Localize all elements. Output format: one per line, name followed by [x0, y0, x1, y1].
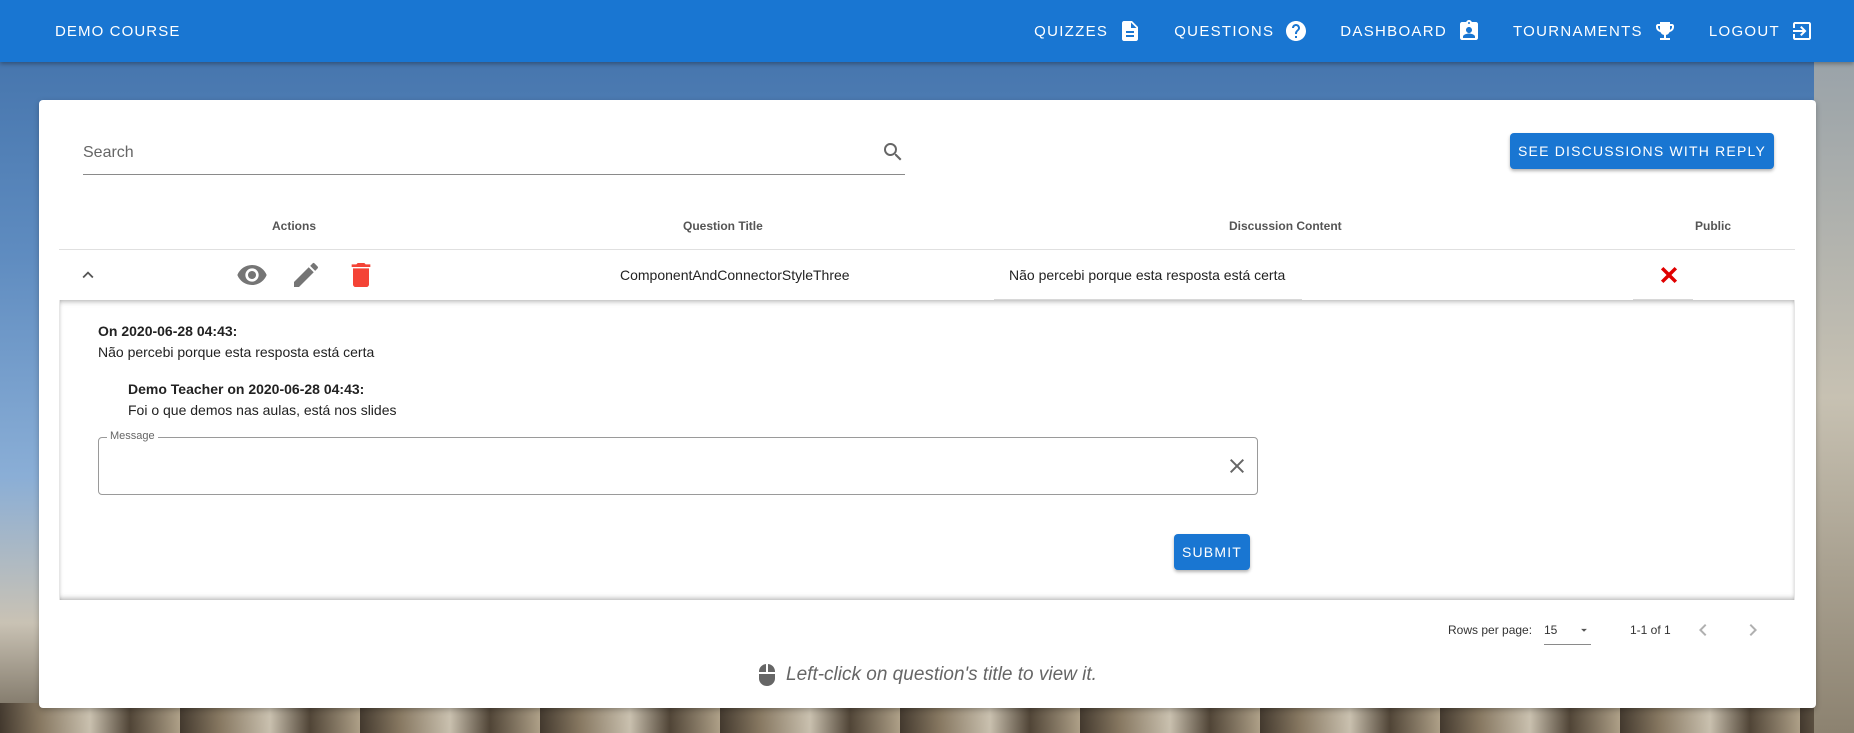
nav-tournaments[interactable]: TOURNAMENTS	[1497, 0, 1693, 62]
eye-icon[interactable]	[236, 259, 268, 291]
rows-per-page-select[interactable]: 15	[1544, 615, 1591, 645]
nav-questions-label: QUESTIONS	[1174, 22, 1275, 40]
trophy-icon	[1655, 22, 1674, 40]
search-icon[interactable]	[881, 140, 905, 164]
top-nav: QUIZZES QUESTIONS DASHBOARD TOURNAMENTS …	[1018, 0, 1830, 62]
rows-per-page-value: 15	[1544, 623, 1558, 637]
account-box-icon	[1459, 20, 1478, 40]
background-photo-right	[1814, 62, 1854, 733]
see-discussions-with-reply-button[interactable]: SEE DISCUSSIONS WITH REPLY	[1510, 133, 1774, 169]
message-label: Message	[107, 430, 158, 442]
delete-icon[interactable]	[345, 259, 377, 291]
question-title-cell[interactable]: ComponentAndConnectorStyleThree	[620, 267, 850, 283]
table-row: ComponentAndConnectorStyleThree Não perc…	[59, 250, 1795, 300]
discussions-card: SEE DISCUSSIONS WITH REPLY Actions Quest…	[39, 100, 1816, 708]
question-circle-icon	[1286, 21, 1307, 41]
chevron-up-icon[interactable]	[77, 264, 99, 286]
clear-icon[interactable]	[1225, 454, 1249, 478]
nav-tournaments-label: TOURNAMENTS	[1512, 22, 1643, 40]
reply-text: Foi o que demos nas aulas, está nos slid…	[128, 402, 397, 418]
caret-down-icon	[1577, 623, 1591, 637]
discussion-thread: On 2020-06-28 04:43: Não percebi porque …	[59, 300, 1795, 600]
column-header-discussion-content[interactable]: Discussion Content	[1229, 219, 1342, 233]
nav-logout-label: LOGOUT	[1708, 22, 1780, 40]
nav-dashboard[interactable]: DASHBOARD	[1324, 0, 1497, 62]
nav-logout[interactable]: LOGOUT	[1693, 0, 1830, 62]
file-document-icon	[1122, 21, 1139, 41]
reply-author: Demo Teacher on 2020-06-28 04:43:	[128, 381, 365, 397]
nav-quizzes-label: QUIZZES	[1034, 22, 1109, 40]
hint-text: Left-click on question's title to view i…	[786, 664, 1097, 685]
column-header-public[interactable]: Public	[1695, 219, 1731, 233]
search-input[interactable]	[83, 138, 863, 168]
discussion-content-cell: Não percebi porque esta resposta está ce…	[994, 250, 1302, 300]
hint: Left-click on question's title to view i…	[39, 660, 1816, 690]
close-icon	[1657, 263, 1681, 287]
nav-dashboard-label: DASHBOARD	[1340, 22, 1447, 40]
column-header-actions[interactable]: Actions	[272, 219, 316, 233]
rows-per-page-label: Rows per page:	[1448, 623, 1533, 637]
discussion-text: Não percebi porque esta resposta está ce…	[98, 344, 375, 360]
table-header: Actions Question Title Discussion Conten…	[59, 200, 1795, 250]
nav-questions[interactable]: QUESTIONS	[1158, 0, 1324, 62]
search-field	[83, 130, 905, 175]
column-header-question-title[interactable]: Question Title	[683, 219, 763, 233]
nav-quizzes[interactable]: QUIZZES	[1018, 0, 1158, 62]
course-title[interactable]: DEMO COURSE	[55, 23, 180, 40]
mouse-icon	[759, 664, 776, 686]
discussion-date: On 2020-06-28 04:43:	[98, 323, 238, 339]
chevron-right-icon[interactable]	[1741, 618, 1765, 642]
public-cell	[1633, 250, 1693, 300]
table-footer: Rows per page: 15 1-1 of 1	[59, 600, 1795, 660]
chevron-left-icon[interactable]	[1691, 618, 1715, 642]
submit-button[interactable]: SUBMIT	[1174, 534, 1250, 570]
message-field: Message	[98, 430, 1258, 495]
pagination-range: 1-1 of 1	[1630, 623, 1671, 637]
message-input[interactable]	[111, 452, 1211, 480]
pencil-icon[interactable]	[290, 259, 322, 291]
logout-icon	[1793, 22, 1811, 40]
app-bar: DEMO COURSE QUIZZES QUESTIONS DASHBOARD …	[0, 0, 1854, 62]
